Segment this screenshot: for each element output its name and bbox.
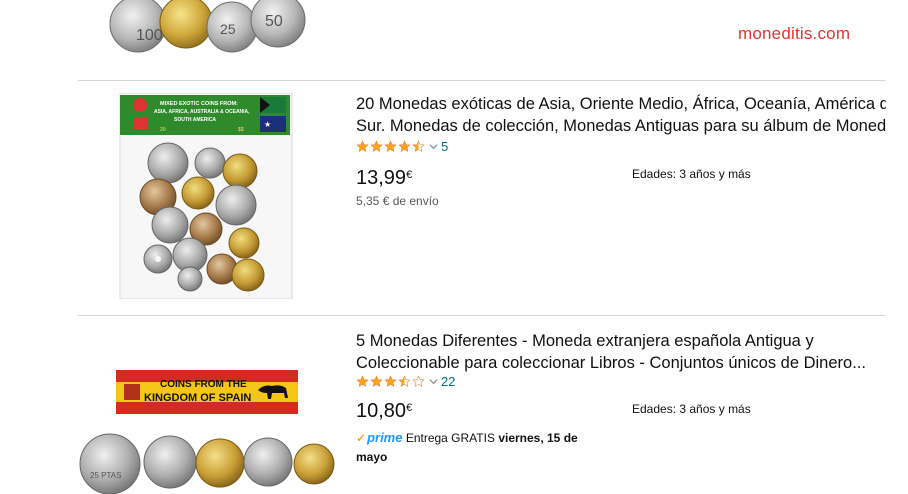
svg-text:20: 20 bbox=[160, 127, 166, 133]
product-price[interactable]: 10,80€ bbox=[356, 400, 412, 423]
star-full-icon bbox=[398, 139, 411, 152]
coins-image-top[interactable]: 100 25 50 bbox=[108, 0, 308, 60]
product-title-line[interactable]: Sur. Monedas de colección, Monedas Antig… bbox=[356, 115, 886, 137]
prime-check-icon: ✓ bbox=[356, 431, 367, 445]
svg-text:★: ★ bbox=[264, 120, 271, 129]
star-full-icon bbox=[370, 374, 383, 387]
price-whole: 10,80 bbox=[356, 400, 407, 422]
delivery-text: Entrega GRATIS bbox=[405, 431, 495, 445]
prime-badge: ✓ prime bbox=[356, 428, 402, 448]
age-range: Edades: 3 años y más bbox=[632, 402, 751, 416]
product-title-line[interactable]: 20 Monedas exóticas de Asia, Oriente Med… bbox=[356, 93, 886, 115]
price-whole: 13,99 bbox=[356, 167, 407, 189]
chevron-down-icon[interactable] bbox=[429, 377, 438, 386]
svg-text:MIXED EXOTIC COINS FROM:: MIXED EXOTIC COINS FROM: bbox=[160, 101, 238, 107]
svg-text:25: 25 bbox=[220, 21, 236, 37]
svg-text:SOUTH AMERICA: SOUTH AMERICA bbox=[174, 117, 216, 123]
svg-text:25 PTAS: 25 PTAS bbox=[90, 471, 121, 480]
rating-widget[interactable]: 22 bbox=[356, 373, 455, 389]
star-rating[interactable] bbox=[356, 139, 425, 153]
product-price[interactable]: 13,99€ bbox=[356, 167, 412, 190]
previous-product-partial: 100 25 50 moneditis.com bbox=[0, 0, 908, 80]
rating-widget[interactable]: 5 bbox=[356, 138, 448, 154]
age-range: Edades: 3 años y más bbox=[632, 167, 751, 181]
search-result-item: COINS FROM THE KINGDOM OF SPAIN 25 PTAS … bbox=[78, 316, 886, 494]
star-full-icon bbox=[370, 139, 383, 152]
chevron-down-icon[interactable] bbox=[429, 142, 438, 151]
svg-text:COINS FROM THE: COINS FROM THE bbox=[160, 379, 247, 390]
review-count-link[interactable]: 5 bbox=[441, 139, 448, 154]
review-count-link[interactable]: 22 bbox=[441, 374, 455, 389]
product-title-line[interactable]: Coleccionable para coleccionar Libros - … bbox=[356, 352, 886, 374]
svg-text:$$: $$ bbox=[238, 127, 244, 133]
product-title-link[interactable]: 20 Monedas exóticas de Asia, Oriente Med… bbox=[356, 93, 886, 137]
star-half-icon bbox=[398, 374, 411, 387]
watermark-text: moneditis.com bbox=[738, 24, 851, 43]
product-title-link[interactable]: 5 Monedas Diferentes - Moneda extranjera… bbox=[356, 330, 886, 374]
svg-text:50: 50 bbox=[265, 13, 283, 30]
price-currency: € bbox=[406, 169, 413, 181]
svg-text:ASIA, AFRICA, AUSTRALIA & OCEA: ASIA, AFRICA, AUSTRALIA & OCEANIA, bbox=[154, 109, 250, 115]
star-full-icon bbox=[384, 374, 397, 387]
star-empty-icon bbox=[412, 374, 425, 387]
delivery-info: ✓ prime Entrega GRATIS viernes, 15 de may… bbox=[356, 428, 596, 467]
star-full-icon bbox=[384, 139, 397, 152]
price-currency: € bbox=[406, 402, 413, 414]
star-half-icon bbox=[412, 139, 425, 152]
product-image-exotic-coins[interactable]: MIXED EXOTIC COINS FROM: ASIA, AFRICA, A… bbox=[118, 93, 294, 299]
star-full-icon bbox=[356, 374, 369, 387]
svg-text:100: 100 bbox=[136, 27, 163, 44]
shipping-cost: 5,35 € de envío bbox=[356, 194, 439, 208]
svg-text:KINGDOM OF SPAIN: KINGDOM OF SPAIN bbox=[144, 392, 251, 404]
star-full-icon bbox=[356, 139, 369, 152]
star-rating[interactable] bbox=[356, 374, 425, 388]
search-result-item: MIXED EXOTIC COINS FROM: ASIA, AFRICA, A… bbox=[78, 81, 886, 315]
product-image-spain-coins[interactable]: COINS FROM THE KINGDOM OF SPAIN 25 PTAS bbox=[78, 366, 340, 494]
product-title-line[interactable]: 5 Monedas Diferentes - Moneda extranjera… bbox=[356, 330, 886, 352]
